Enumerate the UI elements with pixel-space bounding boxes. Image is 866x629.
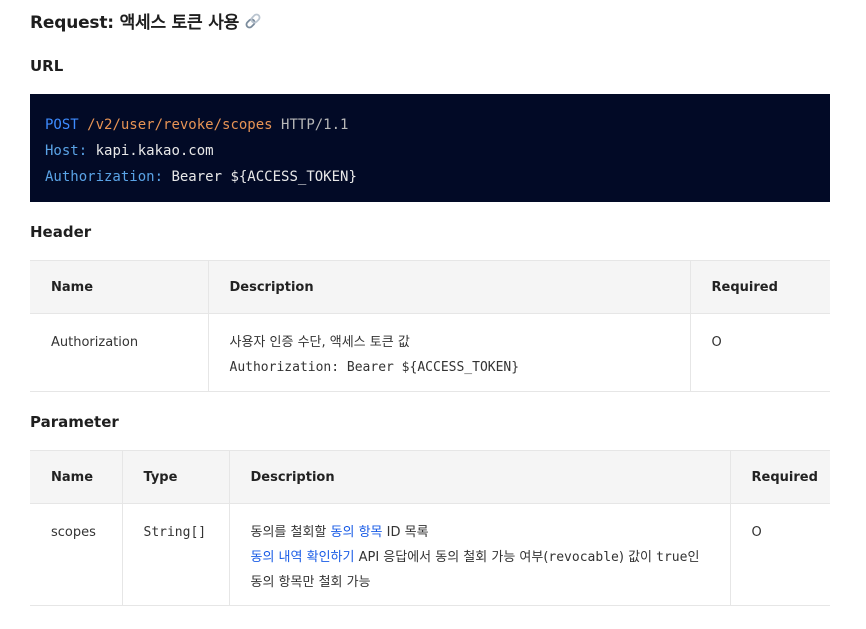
code-host-key: Host: <box>45 143 88 159</box>
section-heading-url: URL <box>30 57 64 75</box>
check-consent-link[interactable]: 동의 내역 확인하기 <box>251 550 355 565</box>
column-header-required: Required <box>729 450 830 504</box>
description-line: 동의 내역 확인하기 API 응답에서 동의 철회 가능 여부(revocabl… <box>251 545 709 570</box>
section-heading-parameter: Parameter <box>30 413 119 431</box>
table-header-row: Name Description Required <box>30 260 830 314</box>
code-auth-key: Authorization: <box>45 169 164 185</box>
code-auth-value: Bearer ${ACCESS_TOKEN} <box>171 169 357 185</box>
description-line: 동의 항목만 철회 가능 <box>250 575 371 590</box>
section-heading-header: Header <box>30 223 92 241</box>
code-line-request: POST /v2/user/revoke/scopes HTTP/1.1 <box>45 112 815 138</box>
code-block: POST /v2/user/revoke/scopes HTTP/1.1 Hos… <box>30 94 830 202</box>
cell-name: Authorization <box>30 313 208 392</box>
code-line-host: Host: kapi.kakao.com <box>45 138 815 164</box>
column-header-name: Name <box>30 260 208 314</box>
code-host-value: kapi.kakao.com <box>95 143 214 159</box>
cell-name: scopes <box>30 503 122 606</box>
description-text: 인 <box>687 550 700 565</box>
code-line-auth: Authorization: Bearer ${ACCESS_TOKEN} <box>45 164 815 190</box>
description-text: ) 값이 <box>618 550 657 565</box>
column-header-name: Name <box>30 450 122 504</box>
code-protocol: HTTP/1.1 <box>281 117 349 133</box>
description-text: ID 목록 <box>382 525 429 540</box>
description-text: API 응답에서 동의 철회 가능 여부( <box>354 550 549 565</box>
parameter-table: Name Type Description Required scopes St… <box>30 450 830 606</box>
inline-code-true: true <box>656 550 688 565</box>
cell-required: O <box>689 313 830 392</box>
description-text: 사용자 인증 수단, 액세스 토큰 값 <box>229 335 410 350</box>
table-header-row: Name Type Description Required <box>30 450 830 504</box>
column-header-description: Description <box>207 260 690 314</box>
table-row: Authorization 사용자 인증 수단, 액세스 토큰 값 Author… <box>30 313 830 392</box>
column-header-required: Required <box>689 260 830 314</box>
description-code: Authorization: Bearer ${ACCESS_TOKEN} <box>229 360 520 375</box>
consent-items-link[interactable]: 동의 항목 <box>331 525 383 540</box>
description-line: 동의를 철회할 동의 항목 ID 목록 <box>251 520 709 545</box>
cell-type: String[] <box>121 503 229 606</box>
code-path: /v2/user/revoke/scopes <box>87 117 273 133</box>
column-header-type: Type <box>121 450 229 504</box>
page-title: Request: 액세스 토큰 사용 <box>30 8 263 33</box>
header-table: Name Description Required Authorization … <box>30 260 830 392</box>
table-row: scopes String[] 동의를 철회할 동의 항목 ID 목록 동의 내… <box>30 503 830 606</box>
code-method: POST <box>45 117 79 133</box>
page-title-text: Request: 액세스 토큰 사용 <box>30 13 240 33</box>
cell-required: O <box>729 503 830 606</box>
description-text: 동의를 철회할 <box>250 525 331 540</box>
cell-description: 사용자 인증 수단, 액세스 토큰 값 Authorization: Beare… <box>207 313 690 392</box>
cell-description: 동의를 철회할 동의 항목 ID 목록 동의 내역 확인하기 API 응답에서 … <box>228 503 730 606</box>
inline-code-revocable: revocable <box>548 550 619 565</box>
column-header-description: Description <box>228 450 730 504</box>
link-icon <box>243 11 263 31</box>
